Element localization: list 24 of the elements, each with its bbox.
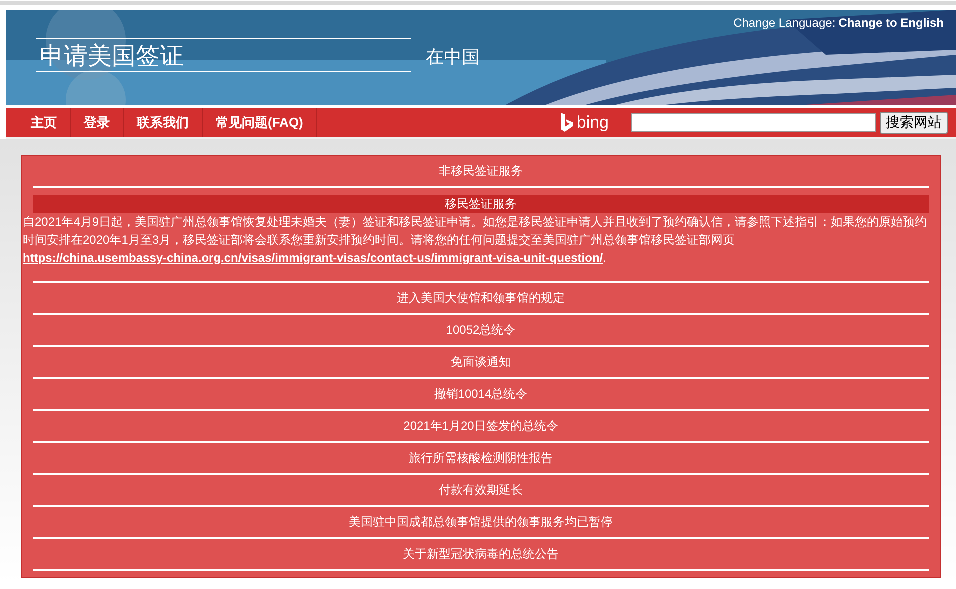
nav-link[interactable]: 登录: [71, 108, 124, 137]
nav-link[interactable]: 常见问题(FAQ): [203, 108, 318, 137]
notice-paragraph: 自2021年4月9日起，美国驻广州总领事馆恢复处理未婚夫（妻）签证和移民签证申请。如您是移民签证申请人并且收到了预约确认信，请参照下述指引：如果您的原始预约时间安排在2020年1月至3月，移民签证部将会联系您重新安排预约时间。请将您的任何问题提交至美国驻广州总领事馆移民签证部网页 https://china.usembassy-china.org.cn/visas/immigrant-visas/contact-us/immigrant-visa-unit-question/.: [23, 214, 928, 267]
section-header[interactable]: 10052总统令: [33, 315, 929, 345]
site-subtitle: 在中国: [426, 46, 480, 70]
section-header[interactable]: 免面谈通知: [33, 347, 929, 377]
language-label: Change Language:: [734, 15, 836, 32]
search-field[interactable]: [631, 113, 876, 132]
section-header[interactable]: 关于新型冠状病毒的总统公告: [33, 539, 929, 569]
section-header[interactable]: 付款有效期延长: [33, 475, 929, 505]
section-header[interactable]: 旅行所需核酸检测阴性报告: [33, 443, 929, 473]
section-header[interactable]: 美国驻中国成都总领事馆提供的领事服务均已暂停: [33, 507, 929, 537]
section-header[interactable]: 撤销10014总统令: [33, 379, 929, 409]
site-title: 申请美国签证: [36, 38, 411, 72]
nav-link[interactable]: 主页: [18, 108, 71, 137]
section-header[interactable]: 2021年1月20日签发的总统令: [33, 411, 929, 441]
section-header[interactable]: 非移民签证服务: [33, 156, 929, 186]
contact-link[interactable]: https://china.usembassy-china.org.cn/visas/immigrant-visas/contact-us/immigrant-visa-unit-question/: [23, 251, 604, 265]
search-button[interactable]: 搜索网站: [880, 112, 948, 134]
search-brand: bing: [576, 112, 609, 134]
nav-link[interactable]: 联系我们: [124, 108, 203, 137]
bing-logo-icon: [560, 112, 574, 132]
section-header[interactable]: 进入美国大使馆和领事馆的规定: [33, 283, 929, 313]
section-header[interactable]: 移民签证服务: [33, 195, 929, 213]
